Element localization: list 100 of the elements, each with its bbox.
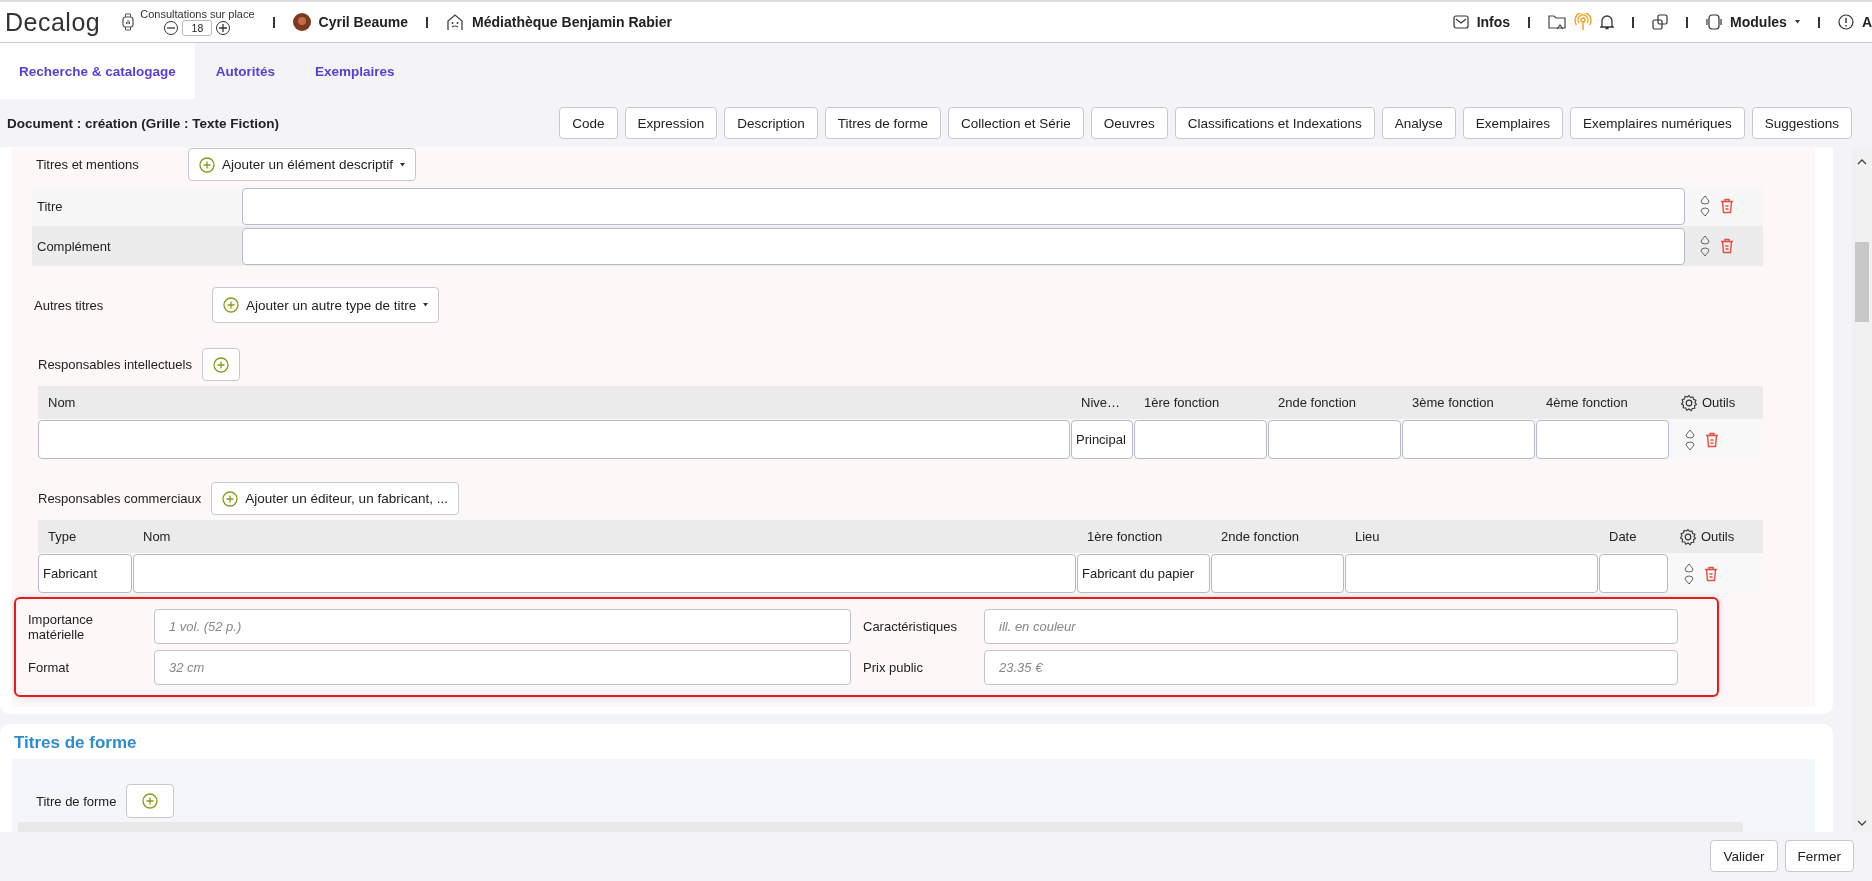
text-field[interactable] bbox=[1402, 420, 1535, 459]
tab[interactable]: Recherche & catalogage bbox=[0, 43, 195, 99]
text-field[interactable] bbox=[133, 554, 1076, 593]
minus-icon bbox=[167, 24, 176, 32]
field-label: Caractéristiques bbox=[863, 619, 958, 634]
plus-icon bbox=[222, 490, 239, 507]
text-field[interactable]: Fabricant bbox=[38, 554, 132, 593]
counter-field[interactable]: 18 bbox=[182, 20, 213, 36]
reorder-icon[interactable] bbox=[1700, 195, 1710, 217]
section-button[interactable]: Titres de forme bbox=[824, 107, 942, 139]
library-name[interactable]: Médiathèque Benjamin Rabier bbox=[472, 14, 672, 30]
column-header: 1ère fonction bbox=[1086, 529, 1164, 544]
column-header: 3ème fonction bbox=[1411, 395, 1495, 410]
section-title: Titres de forme bbox=[14, 733, 138, 753]
reorder-icon[interactable] bbox=[1685, 428, 1695, 451]
trash-icon[interactable] bbox=[1720, 238, 1734, 254]
add-button[interactable] bbox=[201, 348, 240, 381]
mail-icon[interactable] bbox=[1452, 15, 1469, 29]
plus-icon bbox=[223, 297, 239, 313]
help-link[interactable]: A bbox=[1861, 14, 1872, 30]
column-header: Nom bbox=[47, 395, 77, 410]
plus-icon bbox=[142, 793, 159, 809]
text-field[interactable]: 23.35 € bbox=[984, 650, 1678, 685]
column-header: Type bbox=[47, 529, 78, 544]
text-field[interactable] bbox=[1536, 420, 1669, 459]
text-field[interactable] bbox=[242, 227, 1685, 265]
add-button[interactable]: Ajouter un élément descriptif bbox=[188, 148, 417, 181]
section-button[interactable]: Oeuvres bbox=[1090, 107, 1168, 139]
increment-button[interactable] bbox=[216, 21, 231, 35]
tab[interactable]: Autorités bbox=[196, 43, 295, 99]
modules-menu[interactable]: Modules bbox=[1730, 14, 1787, 30]
logo: Decalog bbox=[5, 7, 101, 37]
document-title: Document : création (Grille : Texte Fiction) bbox=[7, 115, 281, 131]
text-field[interactable] bbox=[1599, 554, 1668, 593]
text-field[interactable]: Principal bbox=[1071, 420, 1133, 459]
text-field[interactable]: 32 cm bbox=[154, 650, 851, 685]
section-label: Responsables intellectuels bbox=[37, 357, 193, 372]
section-button[interactable]: Analyse bbox=[1381, 107, 1456, 139]
caret-icon bbox=[423, 303, 429, 307]
library-icon bbox=[446, 13, 465, 31]
avatar-icon bbox=[292, 13, 311, 31]
trash-icon[interactable] bbox=[1720, 198, 1734, 214]
section-button[interactable]: Description bbox=[724, 107, 818, 139]
alert-icon[interactable] bbox=[1837, 14, 1854, 30]
column-header: 4ème fonction bbox=[1545, 395, 1629, 410]
trash-icon[interactable] bbox=[1705, 431, 1719, 448]
windows-icon[interactable] bbox=[1652, 14, 1669, 30]
field-label: Complément bbox=[36, 238, 112, 254]
section-label: Titres et mentions bbox=[35, 157, 140, 172]
decrement-button[interactable] bbox=[164, 21, 179, 35]
section-button[interactable]: Exemplaires bbox=[1462, 107, 1564, 139]
section-button[interactable]: Expression bbox=[624, 107, 718, 139]
text-field[interactable] bbox=[1134, 420, 1267, 459]
text-field[interactable] bbox=[38, 420, 1070, 459]
infos-link[interactable]: Infos bbox=[1476, 14, 1511, 30]
add-button[interactable]: Ajouter un autre type de titre bbox=[212, 287, 440, 323]
scrollbar[interactable] bbox=[1852, 147, 1872, 832]
settings-icon[interactable] bbox=[1680, 393, 1698, 412]
section-label: Responsables commerciaux bbox=[37, 491, 203, 506]
footer-button[interactable]: Fermer bbox=[1784, 840, 1854, 872]
text-field[interactable] bbox=[1268, 420, 1401, 459]
section-button[interactable]: Classifications et Indexations bbox=[1174, 107, 1375, 139]
field-label: Titre bbox=[36, 198, 64, 214]
settings-icon[interactable] bbox=[1679, 527, 1697, 546]
user-name[interactable]: Cyril Beaume bbox=[318, 14, 409, 30]
column-header: Nive… bbox=[1080, 395, 1121, 410]
reorder-icon[interactable] bbox=[1684, 562, 1694, 585]
field-label: Format bbox=[28, 660, 71, 675]
text-field[interactable] bbox=[242, 187, 1685, 225]
text-field[interactable]: ill. en couleur bbox=[984, 609, 1678, 644]
footer-button[interactable]: Valider bbox=[1710, 840, 1778, 872]
section-label: Titre de forme bbox=[36, 793, 118, 809]
plus-icon bbox=[219, 24, 228, 32]
bell-icon[interactable] bbox=[1600, 14, 1615, 30]
caret-icon bbox=[400, 162, 406, 167]
section-button[interactable]: Exemplaires numériques bbox=[1570, 107, 1745, 139]
text-field[interactable] bbox=[1211, 554, 1344, 593]
section-button[interactable]: Suggestions bbox=[1751, 107, 1852, 139]
section-button[interactable]: Collection et Série bbox=[948, 107, 1084, 139]
text-field[interactable]: 1 vol. (52 p.) bbox=[154, 609, 851, 644]
folder-icon[interactable] bbox=[1548, 14, 1567, 30]
counter-label: Consultations sur place bbox=[140, 8, 255, 20]
add-button[interactable]: Ajouter un éditeur, un fabricant, ... bbox=[211, 482, 459, 515]
tools-label: Outils bbox=[1702, 395, 1736, 410]
text-field[interactable]: Fabricant du papier bbox=[1077, 554, 1210, 593]
watch-icon bbox=[122, 13, 135, 31]
tools-label: Outils bbox=[1701, 529, 1735, 544]
broadcast-icon[interactable] bbox=[1574, 13, 1593, 31]
trash-icon[interactable] bbox=[1704, 565, 1718, 582]
text-field[interactable] bbox=[1345, 554, 1598, 593]
scroll-thumb[interactable] bbox=[1855, 242, 1869, 322]
caret-icon bbox=[1794, 20, 1800, 24]
section-button[interactable]: Code bbox=[559, 107, 618, 139]
tab[interactable]: Exemplaires bbox=[296, 43, 414, 99]
scroll-up-icon[interactable] bbox=[1857, 159, 1867, 165]
add-button[interactable] bbox=[126, 784, 175, 818]
scroll-down-icon[interactable] bbox=[1857, 820, 1867, 826]
column-header: Lieu bbox=[1354, 529, 1381, 544]
reorder-icon[interactable] bbox=[1700, 235, 1710, 257]
modules-icon[interactable] bbox=[1706, 14, 1723, 30]
